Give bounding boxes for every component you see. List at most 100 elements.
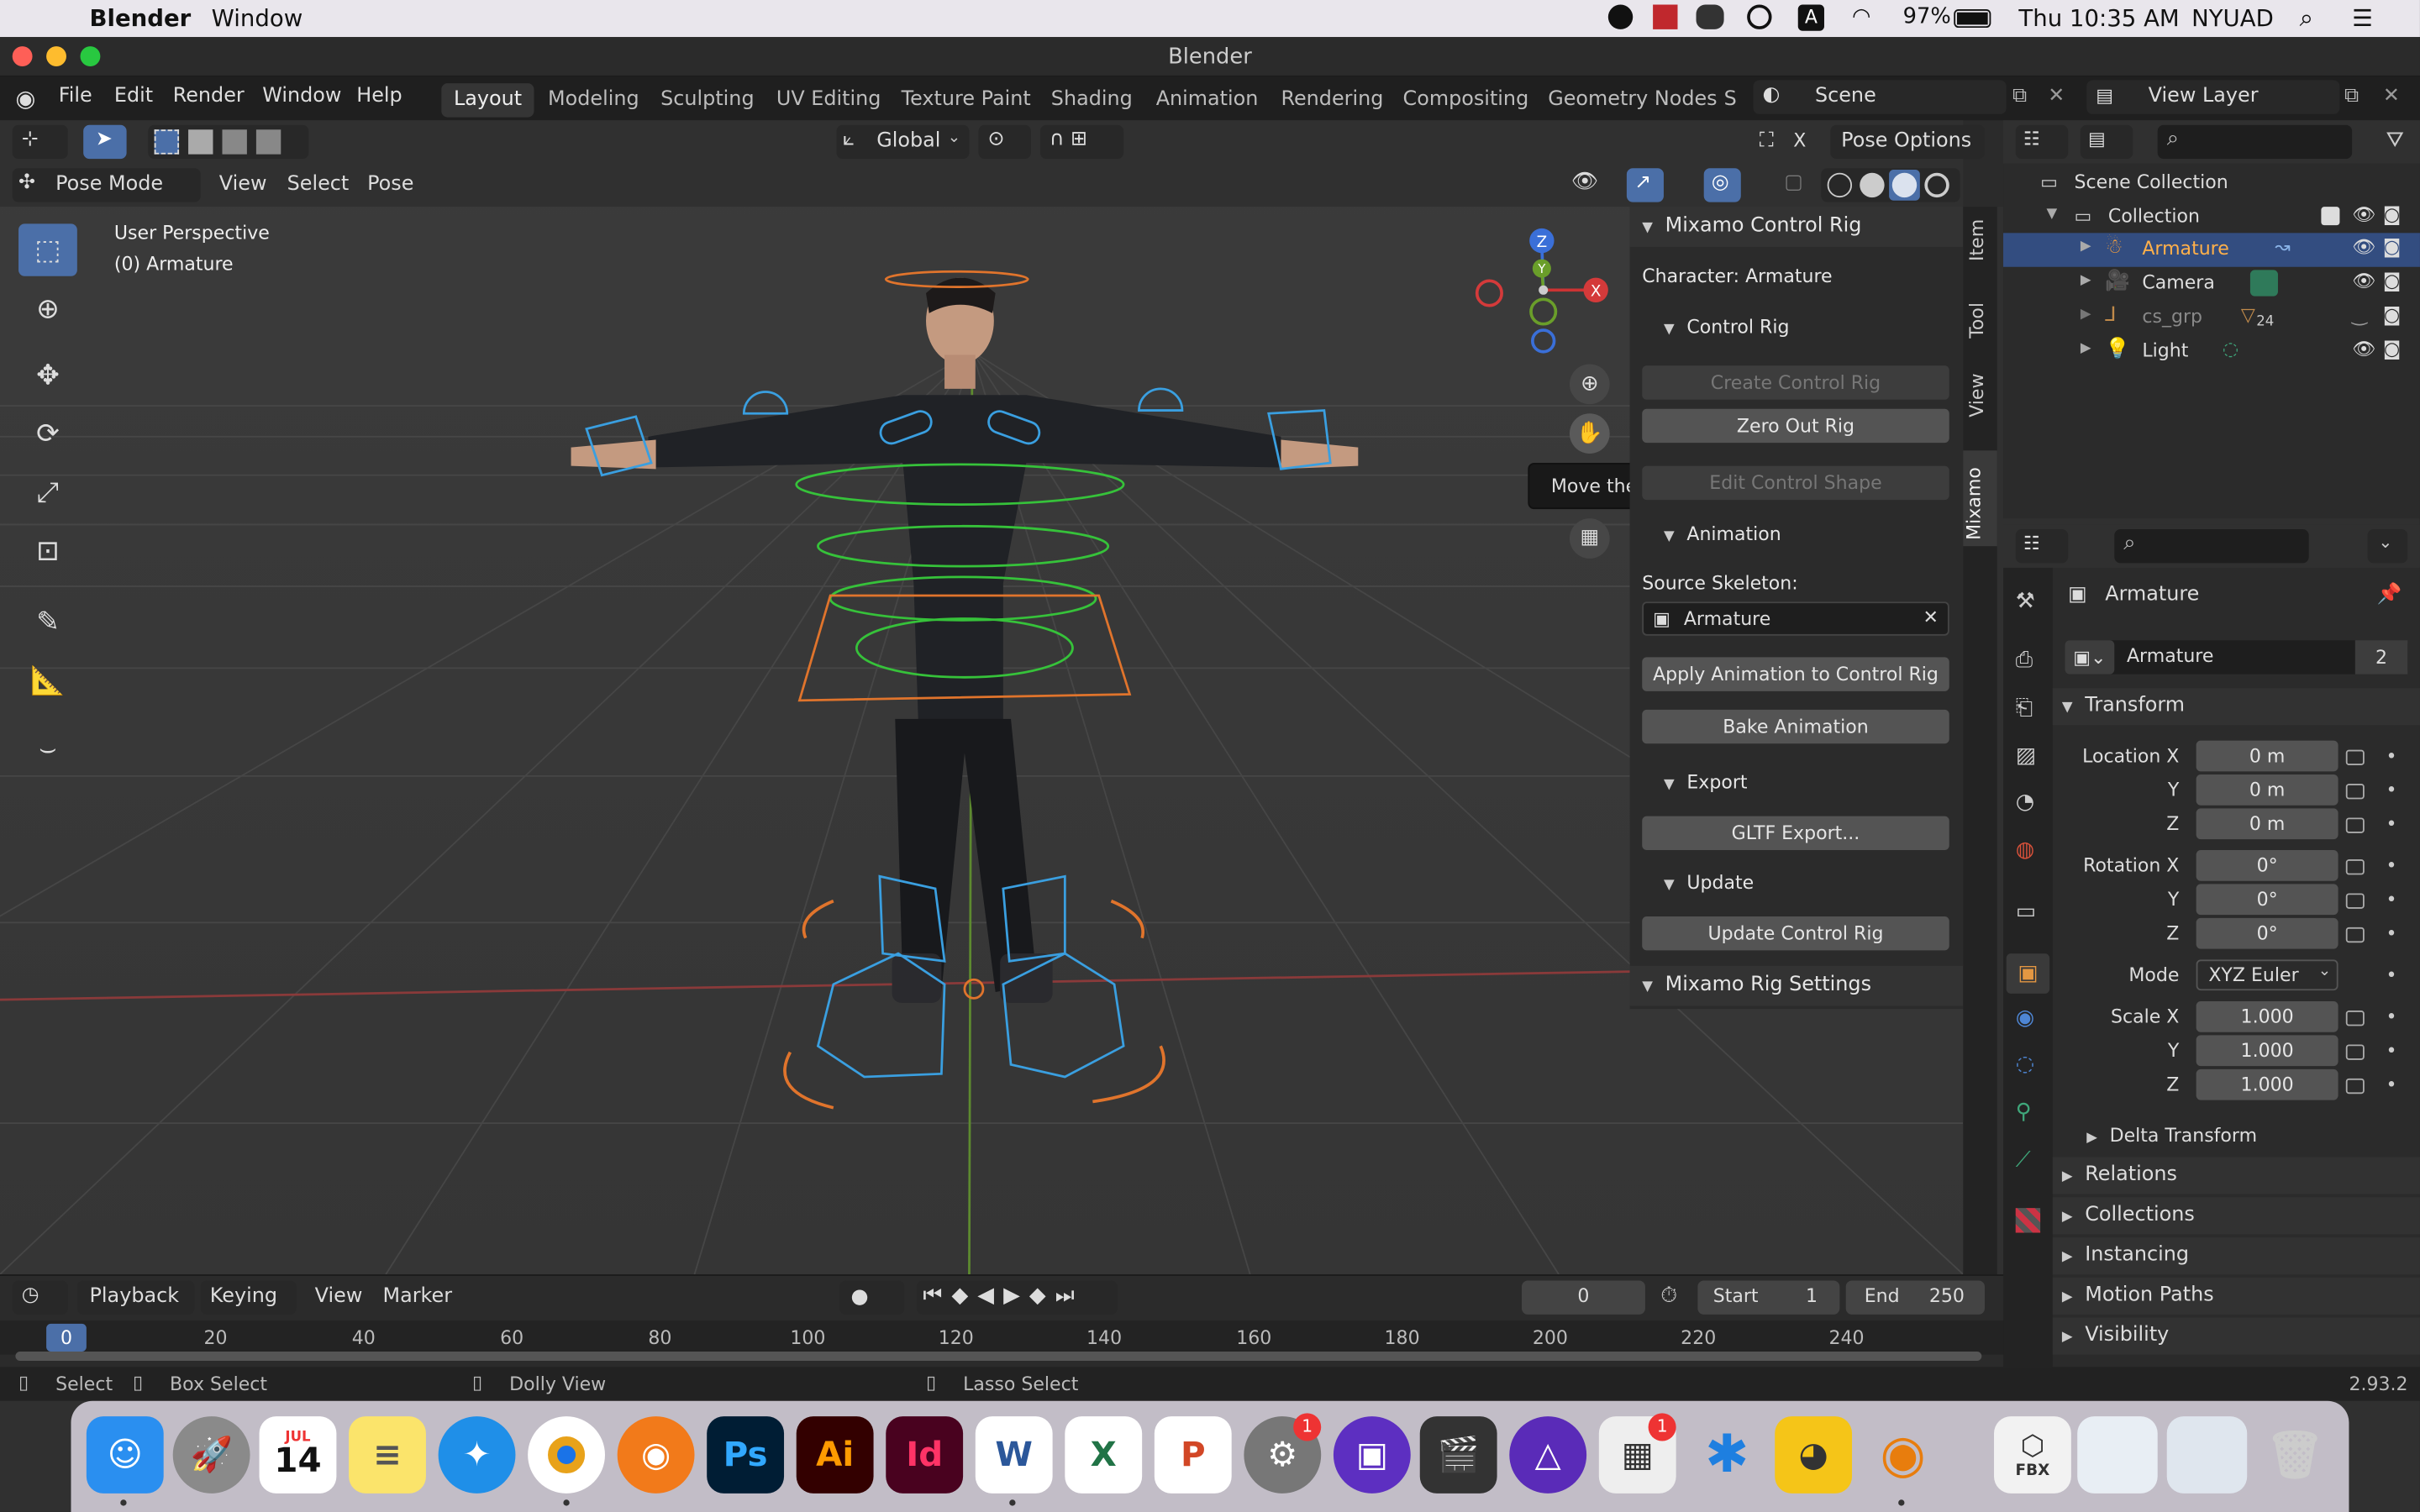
zero-out-rig-button[interactable]: Zero Out Rig <box>1642 408 1949 444</box>
solid-shading-icon[interactable] <box>1860 172 1885 198</box>
window-menu[interactable]: Window <box>212 5 303 33</box>
marker-menu[interactable]: Marker <box>383 1285 453 1309</box>
exclude-checkbox[interactable] <box>2321 207 2340 226</box>
notes-icon[interactable]: ≡ <box>349 1416 426 1494</box>
tab-mixamo[interactable]: Mixamo <box>1963 450 1997 547</box>
wireframe-shading-icon[interactable] <box>1827 172 1853 198</box>
delete-view-layer-icon[interactable]: ✕ <box>2383 85 2400 108</box>
tab-scripting[interactable]: S <box>1721 83 1740 117</box>
location-x-field[interactable]: 0 m <box>2196 740 2338 772</box>
collection-tab-icon[interactable]: ▭ <box>2016 900 2036 924</box>
status-icon-2[interactable] <box>1653 4 1678 29</box>
app-icon-purple[interactable]: ▣ <box>1333 1416 1411 1494</box>
select-tool-button[interactable]: ➤ <box>83 124 127 160</box>
location-y-field[interactable]: 0 m <box>2196 774 2338 806</box>
indesign-icon[interactable]: Id <box>886 1416 964 1494</box>
current-frame-field[interactable]: 0 <box>1521 1280 1645 1315</box>
object-name-field[interactable]: ▣⌄ Armature 2 <box>2065 640 2408 675</box>
outliner-row-camera[interactable]: ▶ 🎥 Camera 👁 ◙ <box>2003 267 2420 301</box>
visibility-panel-header[interactable]: ▶ Visibility <box>2052 1317 2420 1355</box>
excel-icon[interactable]: X <box>1065 1416 1143 1494</box>
properties-options[interactable]: ⌄ <box>2367 528 2408 564</box>
rotation-y-field[interactable]: 0° <box>2196 884 2338 916</box>
properties-editor-type[interactable]: ☷ <box>2015 528 2069 564</box>
outliner-editor-type[interactable]: ☷ <box>2015 124 2069 160</box>
collections-panel-header[interactable]: ▶ Collections <box>2052 1197 2420 1235</box>
expand-icon[interactable]: ▶ <box>2081 341 2091 356</box>
photoshop-icon[interactable]: Ps <box>707 1416 785 1494</box>
expand-icon[interactable]: ▶ <box>2081 307 2091 323</box>
edit-control-shape-button[interactable]: Edit Control Shape <box>1642 465 1949 501</box>
keyframe-dot-icon[interactable]: • <box>2386 964 2397 986</box>
app-menu[interactable]: Blender <box>90 5 192 33</box>
tab-rendering[interactable]: Rendering <box>1269 83 1396 117</box>
world-tab-icon[interactable]: ◍ <box>2016 837 2034 862</box>
clock[interactable]: Thu 10:35 AM <box>2018 5 2179 33</box>
control-rig-subpanel[interactable]: ▼ Control Rig <box>1664 317 1790 339</box>
pose-menu[interactable]: Pose <box>367 173 413 197</box>
status-icon-3[interactable] <box>1696 4 1724 29</box>
battery-icon[interactable] <box>1954 9 1991 29</box>
filter-icon[interactable]: ⛛ <box>2386 128 2405 152</box>
view-layer-tab-icon[interactable]: ▨ <box>2016 743 2036 768</box>
calendar-icon[interactable]: JUL 14 <box>259 1416 337 1494</box>
outliner-row-collection[interactable]: ▼ ▭ Collection 👁 ◙ <box>2003 201 2420 234</box>
trash-icon[interactable]: 🗑 <box>2256 1416 2333 1494</box>
fbx-file-icon[interactable]: ⬡ FBX <box>1994 1416 2071 1494</box>
cyberduck-icon[interactable]: ◕ <box>1775 1416 1853 1494</box>
toggle-perspective-icon[interactable]: ▦ <box>1569 518 1610 559</box>
rotation-z-field[interactable]: 0° <box>2196 917 2338 949</box>
rotate-tool[interactable]: ⟳ <box>18 407 77 459</box>
record-toggle[interactable] <box>839 1280 905 1315</box>
texture-tab-icon[interactable] <box>2015 1208 2041 1233</box>
snapping-toggle[interactable]: ∩ ⊞ <box>1039 124 1124 160</box>
playback-controls[interactable]: ⏮◆◀▶◆⏭ <box>916 1280 1118 1315</box>
lock-icon[interactable] <box>2345 1011 2365 1026</box>
word-icon[interactable]: W <box>975 1416 1053 1494</box>
timeline-editor-type[interactable]: ◷ <box>12 1280 68 1315</box>
bluetooth-icon[interactable]: ✱ <box>1688 1416 1765 1494</box>
final-cut-icon[interactable]: 🎬 <box>1419 1416 1497 1494</box>
spotlight-search-icon[interactable]: ⌕ <box>2300 3 2313 34</box>
scale-x-field[interactable]: 1.000 <box>2196 1001 2338 1032</box>
lock-icon[interactable] <box>2345 859 2365 875</box>
keyframe-dot-icon[interactable]: • <box>2386 813 2397 835</box>
tool-tab-icon[interactable]: ⚒ <box>2016 590 2035 614</box>
render-menu[interactable]: Render <box>173 85 245 108</box>
rotation-mode-dropdown[interactable]: XYZ Euler ⌄ <box>2196 959 2338 991</box>
keying-menu[interactable]: Keying <box>200 1280 297 1315</box>
rendered-shading-icon[interactable] <box>1924 172 1949 198</box>
safari-icon[interactable]: ✦ <box>438 1416 516 1494</box>
lock-icon[interactable] <box>2345 784 2365 800</box>
display-mode-dropdown[interactable]: ▤ <box>2080 124 2133 160</box>
delta-transform-subpanel[interactable]: ▶ Delta Transform <box>2086 1125 2257 1147</box>
select-box-tool[interactable]: ⬚ <box>18 223 77 276</box>
render-tab-icon[interactable]: ⎙ <box>2016 648 2033 672</box>
select-extend-icon[interactable] <box>188 129 213 155</box>
mode-dropdown[interactable]: ✣ Pose Mode <box>12 168 201 202</box>
lock-icon[interactable] <box>2345 1078 2365 1095</box>
move-tool[interactable]: ✥ <box>18 349 77 401</box>
outliner-row-cs-grp[interactable]: ▶ ⅃ cs_grp ▽ 24 ‿ ◙ <box>2003 301 2420 334</box>
lock-icon[interactable] <box>2345 817 2365 833</box>
camera-render-icon[interactable]: ◙ <box>2383 338 2401 360</box>
camera-render-icon[interactable]: ◙ <box>2383 236 2401 258</box>
animation-subpanel[interactable]: ▼ Animation <box>1664 523 1781 545</box>
modifiers-tab-icon[interactable]: ◉ <box>2016 1006 2034 1031</box>
lock-icon[interactable] <box>2345 749 2365 766</box>
select-menu[interactable]: Select <box>287 173 350 197</box>
tab-shading[interactable]: Shading <box>1039 83 1144 117</box>
expand-icon[interactable]: ▶ <box>2081 239 2091 255</box>
select-subtract-icon[interactable] <box>222 129 247 155</box>
transform-tool[interactable]: ⊡ <box>18 524 77 576</box>
relations-panel-header[interactable]: ▶ Relations <box>2052 1157 2420 1194</box>
keyframe-dot-icon[interactable]: • <box>2386 1006 2397 1028</box>
accessibility-icon[interactable] <box>1747 4 1772 29</box>
instancing-panel-header[interactable]: ▶ Instancing <box>2052 1237 2420 1275</box>
object-data-tab-icon[interactable]: ⚲ <box>2016 1100 2032 1125</box>
export-subpanel[interactable]: ▼ Export <box>1664 771 1748 793</box>
status-icon-1[interactable] <box>1607 4 1634 29</box>
playback-menu[interactable]: Playback <box>76 1280 195 1315</box>
apply-animation-button[interactable]: Apply Animation to Control Rig <box>1642 657 1949 691</box>
use-preview-range-icon[interactable]: ⏱ <box>1660 1284 1677 1308</box>
